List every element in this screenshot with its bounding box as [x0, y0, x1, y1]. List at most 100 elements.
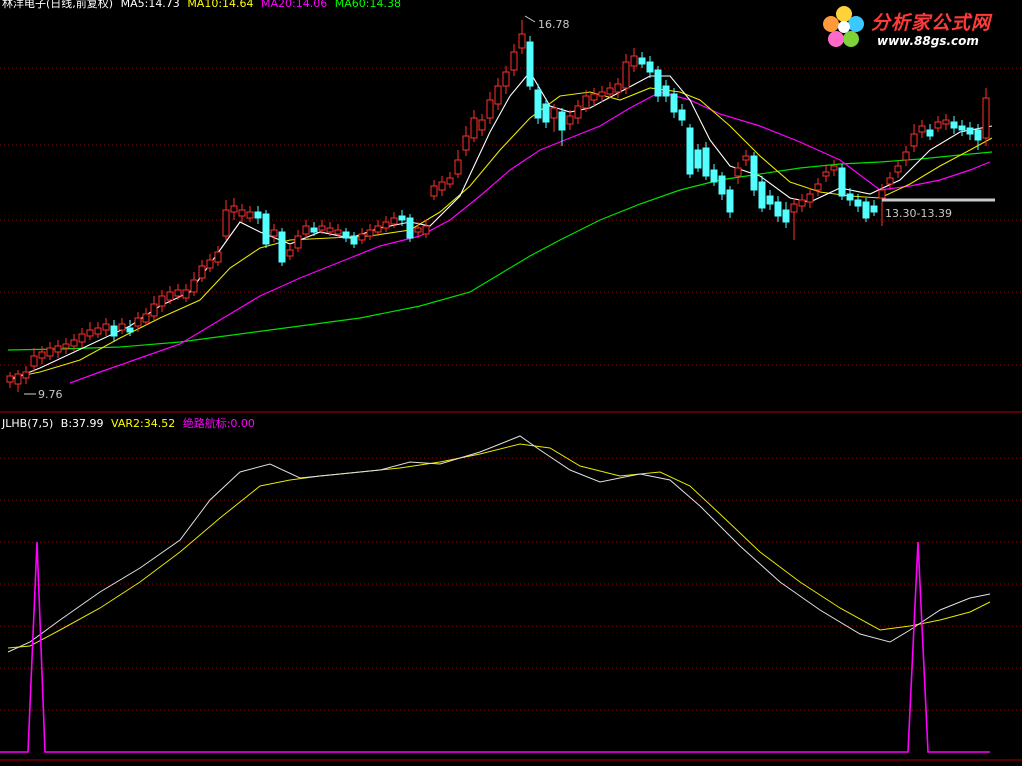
- candle-body: [806, 193, 814, 203]
- candle-body: [830, 165, 838, 171]
- candle-body: [782, 209, 790, 223]
- candle-body: [142, 313, 150, 323]
- candle-body: [366, 229, 374, 237]
- candle-body: [886, 177, 894, 185]
- candle-body: [318, 225, 326, 231]
- candle-body: [686, 127, 694, 175]
- candle-body: [526, 41, 534, 87]
- candle-body: [398, 215, 406, 221]
- candle-body: [6, 375, 14, 383]
- candle-body: [950, 121, 958, 129]
- flower-icon: [823, 6, 864, 47]
- candle-body: [518, 33, 526, 49]
- candle-body: [870, 205, 878, 213]
- candle-body: [302, 225, 310, 235]
- b-line: [7, 435, 991, 653]
- candle-body: [670, 93, 678, 113]
- logo-name: 分析家公式网: [871, 12, 992, 34]
- candle-body: [22, 371, 30, 379]
- candle-body: [838, 167, 846, 197]
- candle-body: [542, 103, 550, 123]
- candle-body: [774, 201, 782, 217]
- candle-body: [566, 115, 574, 125]
- candle-body: [30, 355, 38, 367]
- candle-body: [982, 97, 990, 139]
- candle-body: [198, 265, 206, 279]
- site-logo: 分析家公式网 www.88gs.com: [819, 2, 1014, 54]
- candle-body: [654, 69, 662, 97]
- candle-body: [726, 189, 734, 213]
- candle-body: [614, 83, 622, 93]
- candle-body: [590, 93, 598, 101]
- indicator-grid: [0, 457, 1022, 711]
- candle-body: [502, 71, 510, 87]
- candle-body: [110, 325, 118, 337]
- candle-body: [454, 159, 462, 175]
- main-legend: 林洋电子(日线,前复权) MA5:14.73 MA10:14.64 MA20:1…: [2, 0, 405, 10]
- candle-body: [814, 183, 822, 191]
- candle-body: [790, 203, 798, 213]
- candle-body: [350, 235, 358, 245]
- candle-body: [190, 279, 198, 293]
- stock-title: 林洋电子(日线,前复权): [2, 0, 114, 10]
- ma20-line: [69, 91, 991, 384]
- candle-body: [326, 227, 334, 233]
- candle-body: [574, 105, 582, 119]
- candle-body: [878, 189, 886, 199]
- candle-body: [118, 323, 126, 331]
- high-price-label: 16.78: [538, 18, 570, 31]
- candle-body: [822, 171, 830, 177]
- chart-canvas: [0, 15, 1022, 761]
- var2-line: [7, 443, 991, 649]
- candle-body: [758, 181, 766, 209]
- b-label: B:37.99: [60, 417, 104, 430]
- candle-body: [246, 211, 254, 219]
- candlesticks: [6, 20, 990, 392]
- signal-line: [0, 541, 990, 753]
- candle-body: [494, 85, 502, 105]
- candle-body: [262, 213, 270, 245]
- candle-body: [390, 217, 398, 225]
- candle-body: [422, 225, 430, 235]
- logo-url: www.88gs.com: [877, 34, 979, 48]
- ma60-label: MA60:14.38: [334, 0, 401, 10]
- candle-body: [646, 61, 654, 73]
- candle-body: [462, 135, 470, 151]
- candle-body: [622, 61, 630, 89]
- price-marks: [24, 15, 536, 395]
- candle-body: [798, 199, 806, 207]
- candle-body: [174, 289, 182, 297]
- ma5-label: MA5:14.73: [120, 0, 180, 10]
- candle-body: [94, 327, 102, 335]
- candle-body: [286, 249, 294, 257]
- candle-body: [974, 129, 982, 141]
- candle-body: [126, 327, 134, 333]
- ma20-label: MA20:14.06: [261, 0, 328, 10]
- ma10-line: [9, 87, 993, 379]
- candle-body: [14, 373, 22, 385]
- candle-body: [86, 329, 94, 337]
- candle-body: [382, 221, 390, 229]
- indicator-title: JLHB(7,5): [2, 417, 54, 430]
- candle-body: [894, 165, 902, 173]
- candle-body: [414, 227, 422, 233]
- signal-label: 绝路航标:0.00: [182, 417, 255, 430]
- candle-body: [702, 147, 710, 177]
- candle-body: [638, 57, 646, 65]
- candle-body: [62, 343, 70, 349]
- candle-body: [150, 303, 158, 317]
- candle-body: [102, 323, 110, 331]
- candle-body: [254, 211, 262, 219]
- candle-body: [662, 85, 670, 97]
- candle-body: [70, 339, 78, 347]
- candle-body: [846, 193, 854, 201]
- candle-body: [766, 195, 774, 205]
- candle-body: [534, 89, 542, 119]
- candle-body: [582, 95, 590, 109]
- candle-body: [310, 227, 318, 233]
- candle-body: [550, 107, 558, 119]
- candle-body: [446, 177, 454, 185]
- candle-body: [854, 199, 862, 207]
- candle-body: [38, 351, 46, 359]
- indicator-legend: JLHB(7,5) B:37.99 VAR2:34.52 绝路航标:0.00: [2, 417, 259, 430]
